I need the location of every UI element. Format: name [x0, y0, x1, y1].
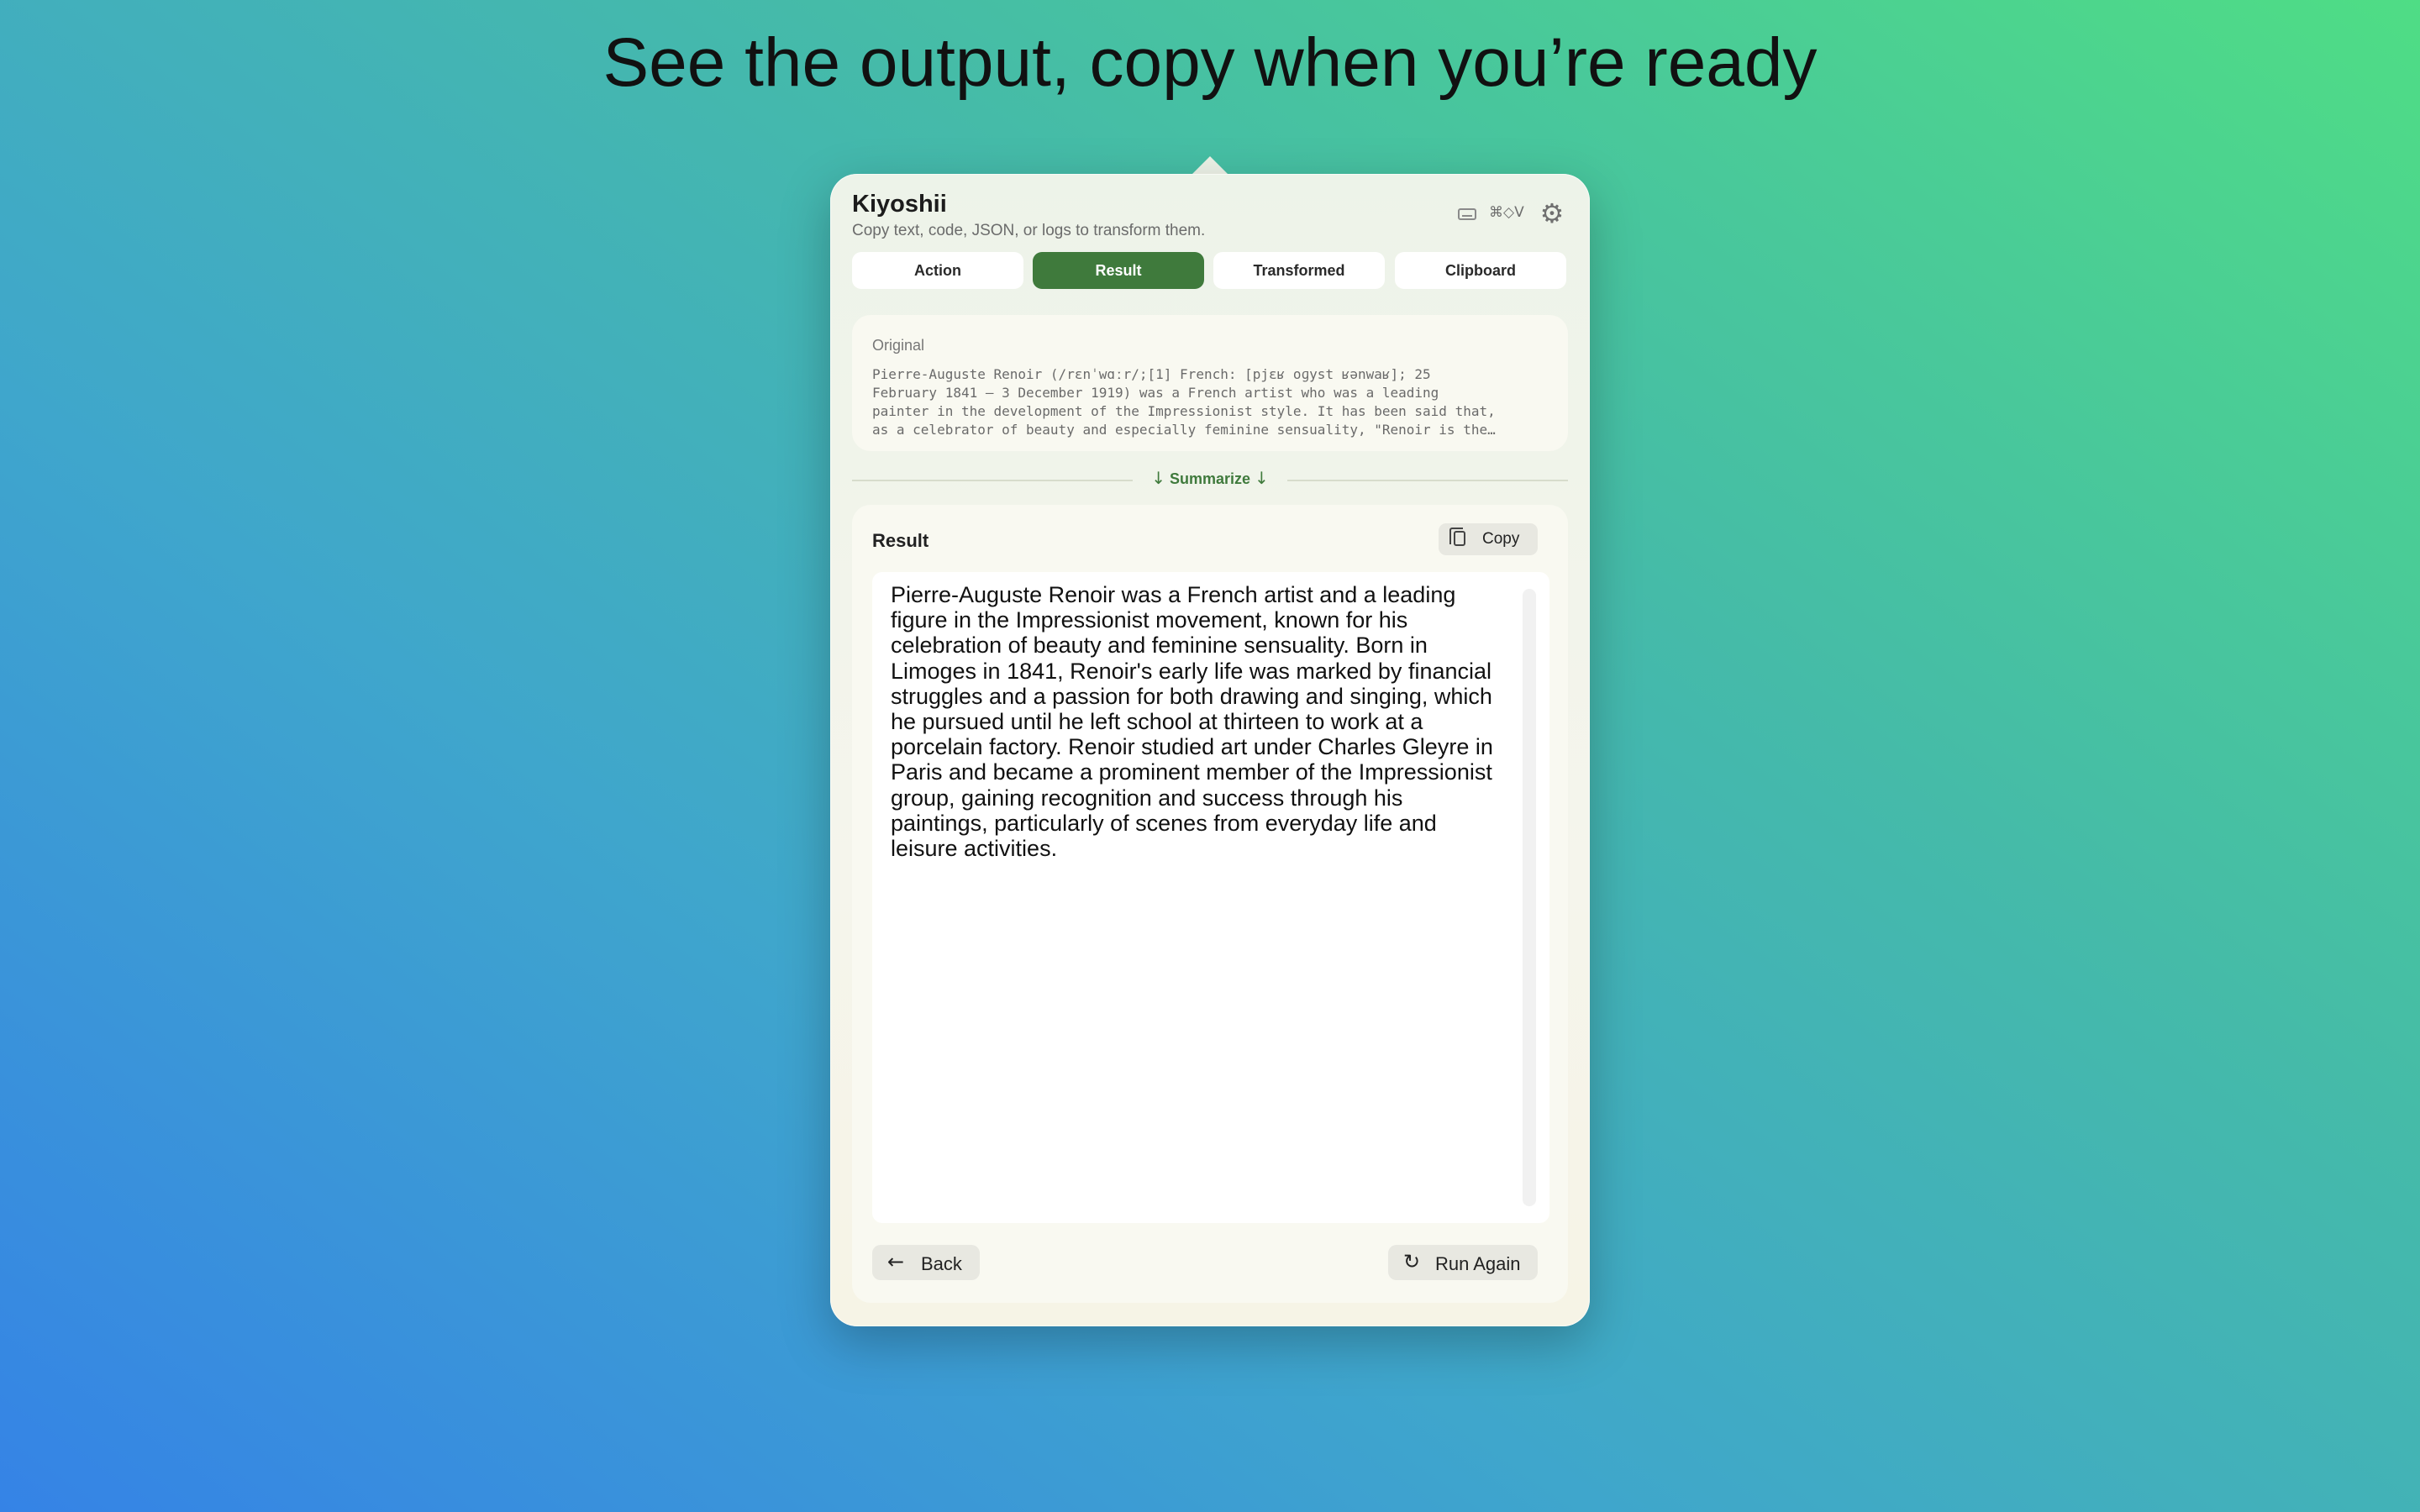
- summarize-label: Summarize: [1169, 470, 1251, 487]
- original-label: Original: [872, 337, 925, 354]
- tab-clipboard[interactable]: Clipboard: [1395, 252, 1566, 289]
- arrow-left-icon: ←: [887, 1250, 905, 1273]
- app-panel: Kiyoshii Copy text, code, JSON, or logs …: [830, 174, 1590, 1326]
- result-text: Pierre-Auguste Renoir was a French artis…: [891, 582, 1493, 862]
- tab-action[interactable]: Action: [852, 252, 1023, 289]
- result-card: Result Copy Pierre-Auguste Renoir was a …: [852, 505, 1568, 1303]
- result-text-area[interactable]: Pierre-Auguste Renoir was a French artis…: [872, 572, 1549, 1223]
- shortcut-label: ⌘◇V: [1489, 204, 1524, 221]
- back-button[interactable]: ← Back: [872, 1245, 980, 1280]
- divider-line-left: [852, 480, 1133, 481]
- tab-bar: Action Result Transformed Clipboard: [852, 252, 1566, 289]
- copy-button-label: Copy: [1482, 530, 1520, 548]
- original-card: Original Pierre-Auguste Renoir (/rɛnˈwɑː…: [852, 315, 1568, 451]
- arrow-down-icon: ↓: [1255, 468, 1269, 488]
- panel-pointer: [1192, 156, 1228, 175]
- app-subtitle: Copy text, code, JSON, or logs to transf…: [852, 222, 1206, 239]
- run-again-label: Run Again: [1435, 1253, 1521, 1274]
- arrow-down-icon: ↓: [1151, 468, 1165, 488]
- original-text: Pierre-Auguste Renoir (/rɛnˈwɑːr/;[1] Fr…: [872, 365, 1549, 439]
- copy-button[interactable]: Copy: [1439, 523, 1538, 555]
- refresh-icon: ↻: [1403, 1250, 1421, 1273]
- keyboard-icon: [1458, 208, 1476, 220]
- tab-transformed[interactable]: Transformed: [1213, 252, 1385, 289]
- gear-icon[interactable]: ⚙: [1538, 199, 1566, 228]
- result-label: Result: [872, 530, 929, 551]
- scrollbar[interactable]: [1523, 589, 1536, 1206]
- original-line: Pierre-Auguste Renoir (/rɛnˈwɑːr/;[1] Fr…: [872, 366, 1431, 382]
- page-headline: See the output, copy when you’re ready: [602, 24, 1818, 101]
- app-title: Kiyoshii: [852, 191, 947, 218]
- run-again-button[interactable]: ↻ Run Again: [1388, 1245, 1538, 1280]
- original-line: as a celebrator of beauty and especially…: [872, 422, 1496, 438]
- original-line: painter in the development of the Impres…: [872, 403, 1496, 419]
- copy-icon: [1449, 528, 1465, 546]
- divider-line-right: [1287, 480, 1568, 481]
- back-button-label: Back: [921, 1253, 962, 1274]
- original-line: February 1841 – 3 December 1919) was a F…: [872, 385, 1439, 401]
- summarize-divider: ↓ Summarize ↓: [1133, 468, 1287, 488]
- tab-result[interactable]: Result: [1033, 252, 1204, 289]
